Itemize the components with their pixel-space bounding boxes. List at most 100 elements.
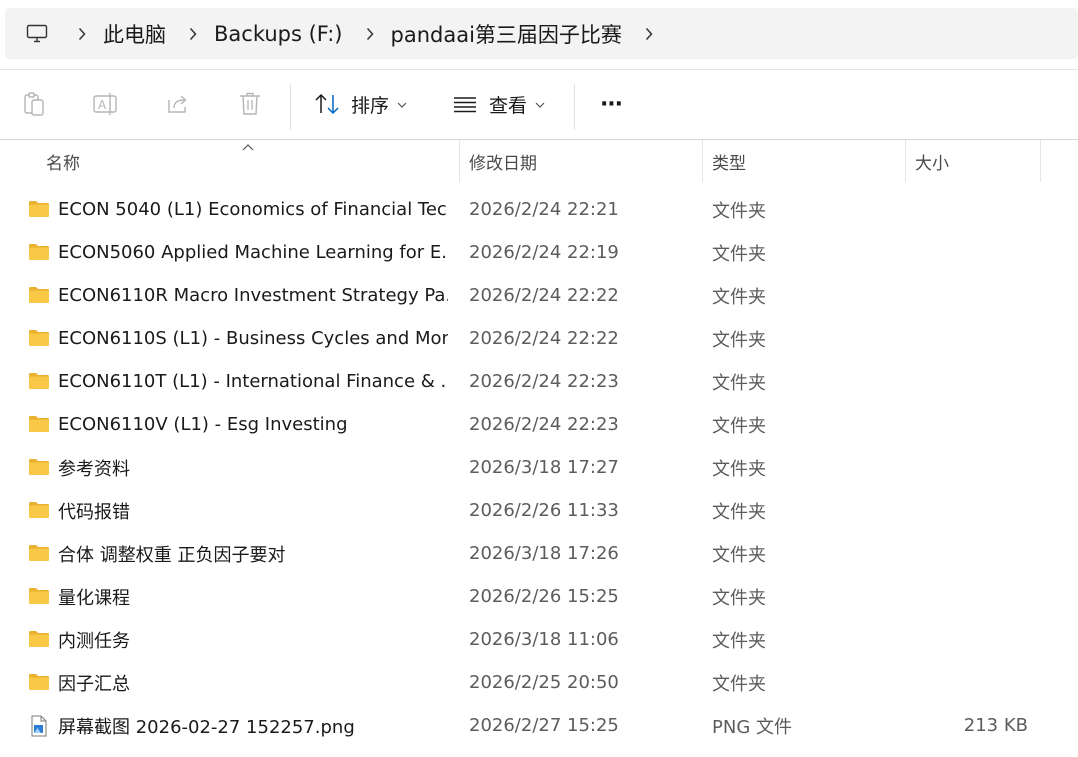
column-resizer[interactable] [905,140,906,182]
folder-icon [28,414,50,434]
column-resizer[interactable] [459,140,460,182]
file-modified-date: 2026/3/18 11:06 [469,629,619,650]
file-modified-date: 2026/2/26 15:25 [469,586,619,607]
file-name: 参考资料 [58,458,130,480]
file-modified-date: 2026/2/24 22:23 [469,371,619,392]
trash-icon [240,92,260,115]
file-row[interactable]: ECON6110V (L1) - Esg Investing 2026/2/24 … [0,403,1078,446]
file-type: 文件夹 [712,329,766,351]
column-size[interactable]: 大小 [915,140,949,182]
file-name: 内测任务 [58,630,130,652]
share-button[interactable] [156,82,200,126]
view-menu-button[interactable]: 查看 [452,86,545,122]
file-name: ECON6110R Macro Investment Strategy Pa..… [58,285,448,306]
view-label: 查看 [489,94,528,117]
image-file-icon [28,715,50,737]
breadcrumb-this-pc[interactable]: 此电脑 [97,19,172,49]
file-name: ECON5060 Applied Machine Learning for E.… [58,242,448,263]
file-row[interactable]: 代码报错 2026/2/26 11:33 文件夹 [0,489,1078,532]
column-resizer[interactable] [702,140,703,182]
file-modified-date: 2026/2/24 22:22 [469,328,619,349]
file-type: PNG 文件 [712,716,792,738]
address-bar[interactable]: 此电脑 Backups (F:) pandaai第三届因子比赛 [5,8,1078,59]
file-name: 合体 调整权重 正负因子要对 [58,544,286,566]
file-type: 文件夹 [712,200,766,222]
file-explorer-window: 此电脑 Backups (F:) pandaai第三届因子比赛 A 排序 查看 … [0,0,1078,757]
file-modified-date: 2026/2/27 15:25 [469,715,619,736]
clipboard-icon [24,92,44,116]
file-type: 文件夹 [712,415,766,437]
svg-text:A: A [98,98,107,112]
chevron-down-icon [535,98,545,111]
column-resizer[interactable] [1040,140,1041,182]
file-row[interactable]: 内测任务 2026/3/18 11:06 文件夹 [0,618,1078,661]
file-modified-date: 2026/2/24 22:23 [469,414,619,435]
folder-icon [28,457,50,477]
chevron-right-icon[interactable] [634,27,664,41]
rename-button[interactable]: A [84,82,128,126]
file-type: 文件夹 [712,458,766,480]
chevron-right-icon[interactable] [355,27,385,41]
computer-icon[interactable] [25,22,49,46]
file-row[interactable]: 因子汇总 2026/2/25 20:50 文件夹 [0,661,1078,704]
folder-icon [28,328,50,348]
column-date[interactable]: 修改日期 [469,140,537,182]
file-type: 文件夹 [712,544,766,566]
folder-icon [28,672,50,692]
file-row[interactable]: ECON 5040 (L1) Economics of Financial Te… [0,188,1078,231]
file-row[interactable]: ECON5060 Applied Machine Learning for E.… [0,231,1078,274]
file-type: 文件夹 [712,243,766,265]
command-bar: A 排序 查看 ··· [0,70,1078,139]
delete-button[interactable] [228,82,272,126]
folder-icon [28,586,50,606]
folder-icon [28,285,50,305]
toolbar-divider [290,84,291,130]
file-type: 文件夹 [712,372,766,394]
sort-menu-button[interactable]: 排序 [314,86,407,122]
file-name: ECON 5040 (L1) Economics of Financial Te… [58,199,448,220]
file-type: 文件夹 [712,630,766,652]
toolbar-divider [574,84,575,130]
file-type: 文件夹 [712,587,766,609]
chevron-right-icon[interactable] [67,27,97,41]
column-type[interactable]: 类型 [712,140,746,182]
more-options-button[interactable]: ··· [589,82,633,126]
file-name: 因子汇总 [58,673,130,695]
file-name: ECON6110S (L1) - Business Cycles and Mon… [58,328,448,349]
file-size: 213 KB [963,715,1028,736]
file-modified-date: 2026/2/25 20:50 [469,672,619,693]
file-name: ECON6110T (L1) - International Finance &… [58,371,448,392]
file-name: 屏幕截图 2026-02-27 152257.png [58,716,355,738]
file-row[interactable]: 参考资料 2026/3/18 17:27 文件夹 [0,446,1078,489]
copy-button[interactable] [12,82,56,126]
sort-ascending-icon [242,140,254,154]
chevron-right-icon[interactable] [178,27,208,41]
folder-icon [28,500,50,520]
file-row[interactable]: 屏幕截图 2026-02-27 152257.png 2026/2/27 15:2… [0,704,1078,747]
file-modified-date: 2026/3/18 17:27 [469,457,619,478]
list-view-icon [454,97,476,113]
file-modified-date: 2026/2/24 22:21 [469,199,619,220]
file-modified-date: 2026/3/18 17:26 [469,543,619,564]
breadcrumb-drive[interactable]: Backups (F:) [208,22,349,46]
file-row[interactable]: 量化课程 2026/2/26 15:25 文件夹 [0,575,1078,618]
column-name[interactable]: 名称 [46,140,80,182]
breadcrumb-current-folder[interactable]: pandaai第三届因子比赛 [385,19,628,49]
file-row[interactable]: ECON6110S (L1) - Business Cycles and Mon… [0,317,1078,360]
file-type: 文件夹 [712,286,766,308]
sort-icon [315,93,339,115]
file-row[interactable]: 合体 调整权重 正负因子要对 2026/3/18 17:26 文件夹 [0,532,1078,575]
folder-icon [28,242,50,262]
file-row[interactable]: ECON6110R Macro Investment Strategy Pa..… [0,274,1078,317]
chevron-down-icon [397,98,407,111]
rename-icon: A [93,93,117,115]
folder-icon [28,199,50,219]
file-modified-date: 2026/2/24 22:22 [469,285,619,306]
file-name: ECON6110V (L1) - Esg Investing [58,414,348,435]
file-name: 代码报错 [58,501,130,523]
file-type: 文件夹 [712,501,766,523]
file-type: 文件夹 [712,673,766,695]
file-name: 量化课程 [58,587,130,609]
file-modified-date: 2026/2/24 22:19 [469,242,619,263]
file-row[interactable]: ECON6110T (L1) - International Finance &… [0,360,1078,403]
